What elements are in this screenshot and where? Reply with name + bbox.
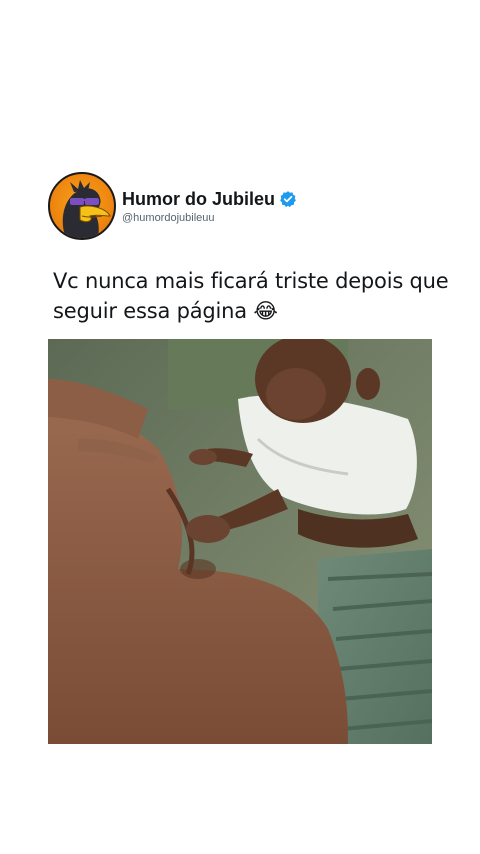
avatar[interactable]	[48, 172, 116, 240]
verified-badge-icon	[279, 190, 297, 208]
crow-avatar-image	[62, 180, 111, 238]
account-name-row: Humor do Jubileu	[122, 188, 297, 210]
video-media[interactable]	[48, 339, 432, 744]
account-name[interactable]: Humor do Jubileu	[122, 188, 275, 210]
post-header: Humor do Jubileu @humordojubileuu	[48, 172, 297, 240]
video-frame-image	[48, 339, 432, 744]
account-info: Humor do Jubileu @humordojubileuu	[122, 188, 297, 225]
post-caption: Vc nunca mais ficará triste depois que s…	[53, 269, 449, 323]
account-handle[interactable]: @humordojubileuu	[122, 211, 297, 225]
